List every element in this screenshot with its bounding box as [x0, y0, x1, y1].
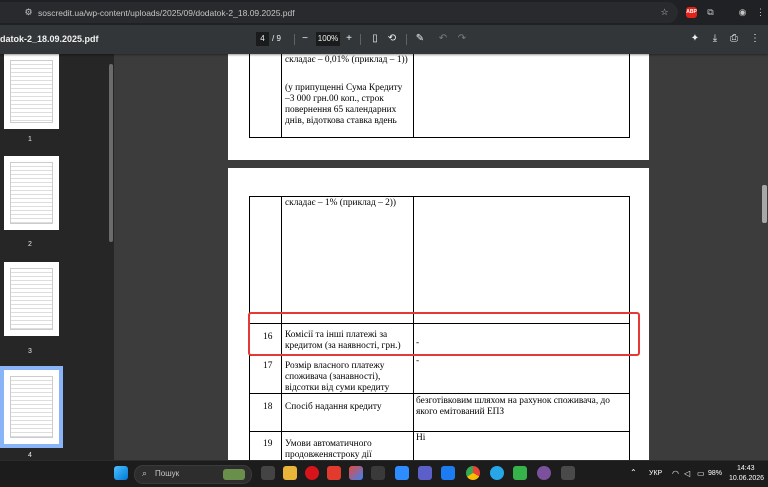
ai-mode-icon[interactable]: ✦ — [689, 33, 701, 45]
draw-icon[interactable]: ✎ — [414, 33, 426, 45]
fit-page-icon[interactable]: ▯ — [369, 33, 381, 45]
toolbar-divider — [360, 34, 361, 45]
app-green-icon[interactable] — [513, 466, 527, 480]
taskbar: ⌕ Пошук ⌃ УКР ◠ ◁ ▭ 98% 14:43 10.06.2026 — [0, 460, 768, 487]
menu-kebab-icon[interactable]: ⋮ — [754, 6, 767, 19]
document-scroll-thumb[interactable] — [762, 185, 767, 223]
cont-cell-text: складає – 1% (приклад – 2)) — [285, 198, 397, 208]
app-l-icon[interactable] — [327, 466, 341, 480]
zoom-out-icon[interactable]: − — [299, 33, 311, 45]
table-border — [249, 137, 630, 138]
prev-cell-text-1: складає – 0,01% (приклад – 1)) — [285, 55, 408, 65]
table-row-value: - — [416, 356, 420, 366]
teams-icon[interactable] — [418, 466, 432, 480]
zoom-input[interactable]: 100% — [316, 32, 340, 46]
url-text: soscredit.ua/wp-content/uploads/2025/09/… — [38, 7, 295, 18]
thumbnail-page-4[interactable] — [0, 366, 63, 448]
search-placeholder: Пошук — [155, 469, 180, 478]
table-border — [629, 54, 630, 138]
thumbnail-label: 3 — [28, 348, 32, 355]
chrome-icon[interactable] — [466, 466, 480, 480]
undo-icon[interactable]: ↶ — [437, 33, 449, 45]
word-icon[interactable] — [395, 466, 409, 480]
thumbnail-page-2[interactable] — [4, 156, 59, 230]
table-row-num: 18 — [263, 402, 273, 412]
clock-date[interactable]: 10.06.2026 — [729, 475, 764, 482]
table-row-label: Умови автоматичного продовженястроку дії — [285, 439, 372, 460]
table-border — [413, 54, 414, 138]
opera-icon[interactable] — [305, 466, 319, 480]
table-row-num: 17 — [263, 361, 273, 371]
app-gray-icon[interactable] — [561, 466, 575, 480]
thumbnail-page-1[interactable] — [4, 54, 59, 129]
site-info-icon[interactable]: ⚙ — [22, 6, 35, 19]
toolbar-divider — [406, 34, 407, 45]
thumbnail-page-3[interactable] — [4, 262, 59, 336]
table-border — [281, 54, 282, 138]
prev-cell-text-2: (у припущенні Сума Кредиту –3 000 грн.00… — [285, 83, 403, 126]
toolbar-divider — [294, 34, 295, 45]
table-row-num: 19 — [263, 439, 273, 449]
volume-icon[interactable]: ◁ — [684, 469, 690, 478]
page-number-input[interactable]: 4 — [256, 32, 269, 46]
search-icon: ⌕ — [142, 468, 148, 478]
thumbnail-label: 1 — [28, 136, 32, 143]
sidebar-scroll-thumb[interactable] — [109, 64, 113, 242]
tray-chevron-icon[interactable]: ⌃ — [630, 468, 637, 477]
browser-toolbar: ⚙ soscredit.ua/wp-content/uploads/2025/0… — [0, 0, 768, 25]
table-row-value: безготівковим шляхом на рахунок споживач… — [416, 396, 610, 417]
profile-icon[interactable]: ◉ — [736, 6, 749, 19]
app-tile-icon[interactable] — [371, 466, 385, 480]
battery-icon[interactable]: ▭ — [697, 469, 705, 478]
dropbox-icon[interactable] — [441, 466, 455, 480]
table-row-label: Спосіб надання кредиту — [285, 402, 382, 412]
more-options-icon[interactable]: ⋮ — [749, 33, 761, 45]
bookmark-star-icon[interactable]: ☆ — [658, 6, 671, 19]
keyboard-language[interactable]: УКР — [649, 470, 662, 477]
zoom-in-icon[interactable]: + — [343, 33, 355, 45]
table-row-label: Розмір власного платежу споживача (занав… — [285, 361, 390, 393]
thumbnail-sidebar: 1 2 3 4 — [0, 54, 108, 460]
search-highlight-icon — [223, 469, 245, 480]
rotate-icon[interactable]: ⟲ — [386, 33, 398, 45]
red-highlight-box — [248, 312, 640, 356]
taskbar-search[interactable]: ⌕ Пошук — [134, 465, 252, 484]
pdf-title: datok-2_18.09.2025.pdf — [0, 34, 99, 44]
viber-icon[interactable] — [537, 466, 551, 480]
table-border — [249, 196, 630, 197]
windows-start-icon[interactable] — [114, 466, 128, 480]
battery-percent: 98% — [708, 470, 723, 477]
table-border — [249, 54, 250, 138]
print-icon[interactable]: ⎙ — [728, 33, 740, 45]
table-border — [249, 431, 630, 432]
office-app-icon[interactable] — [349, 466, 363, 480]
download-icon[interactable]: ⤓ — [709, 33, 721, 45]
pdf-toolbar: datok-2_18.09.2025.pdf 4 / 9 − 100% + ▯ … — [0, 25, 768, 54]
table-row-value: Ні — [416, 433, 426, 443]
document-scrollbar[interactable] — [760, 54, 768, 460]
adblock-extension-icon[interactable]: ABP — [686, 7, 697, 18]
address-bar[interactable]: ⚙ soscredit.ua/wp-content/uploads/2025/0… — [0, 2, 678, 23]
page-total: / 9 — [272, 34, 281, 43]
wifi-icon[interactable]: ◠ — [672, 469, 679, 478]
task-view-icon[interactable] — [261, 466, 275, 480]
thumbnail-label: 2 — [28, 241, 32, 248]
clock-time[interactable]: 14:43 — [737, 465, 755, 472]
thumbnail-label: 4 — [28, 452, 32, 459]
extensions-icon[interactable]: ⧉ — [704, 6, 717, 19]
redo-icon[interactable]: ↷ — [456, 33, 468, 45]
telegram-icon[interactable] — [490, 466, 504, 480]
file-explorer-icon[interactable] — [283, 466, 297, 480]
sidebar-scrollbar[interactable] — [108, 54, 114, 460]
